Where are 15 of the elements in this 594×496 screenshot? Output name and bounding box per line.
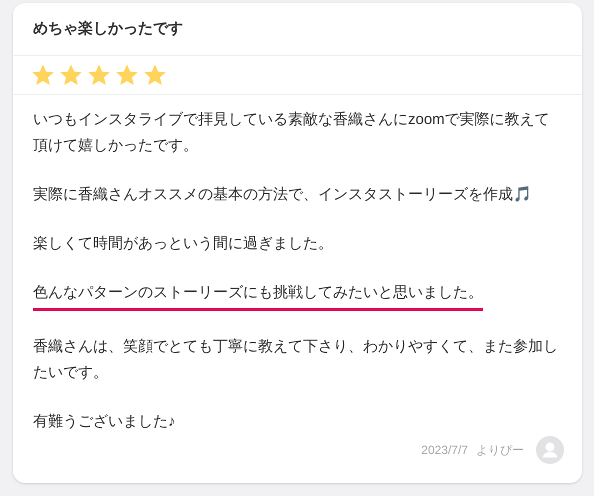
star-icon [115, 63, 139, 87]
review-date: 2023/7/7 [421, 442, 468, 459]
review-paragraph: 有難うございました♪ [33, 412, 176, 432]
star-icon [31, 63, 55, 87]
star-icon [59, 63, 83, 87]
author-name: よりぴー [476, 442, 524, 459]
review-title: めちゃ楽しかったです [33, 18, 183, 39]
star-icon [87, 63, 111, 87]
review-paragraph: 楽しくて時間があっという間に過ぎました。 [33, 234, 333, 254]
star-icon [143, 63, 167, 87]
review-paragraph: 色んなパターンのストーリーズにも挑戦してみたいと思いました。 [33, 280, 483, 311]
review-paragraph: 香織さんは、笑顔でとても丁寧に教えて下さり、わかりやすくて、また参加したいです。 [33, 337, 559, 383]
avatar-icon [536, 436, 564, 464]
review-paragraph: いつもインスタライブで拝見している素敵な香織さんにzoomで実際に教えて頂けて嬉しかったです。 [33, 110, 551, 156]
review-paragraph: 実際に香織さんオススメの基本の方法で、インスタストーリーズを作成🎵 [33, 185, 532, 205]
